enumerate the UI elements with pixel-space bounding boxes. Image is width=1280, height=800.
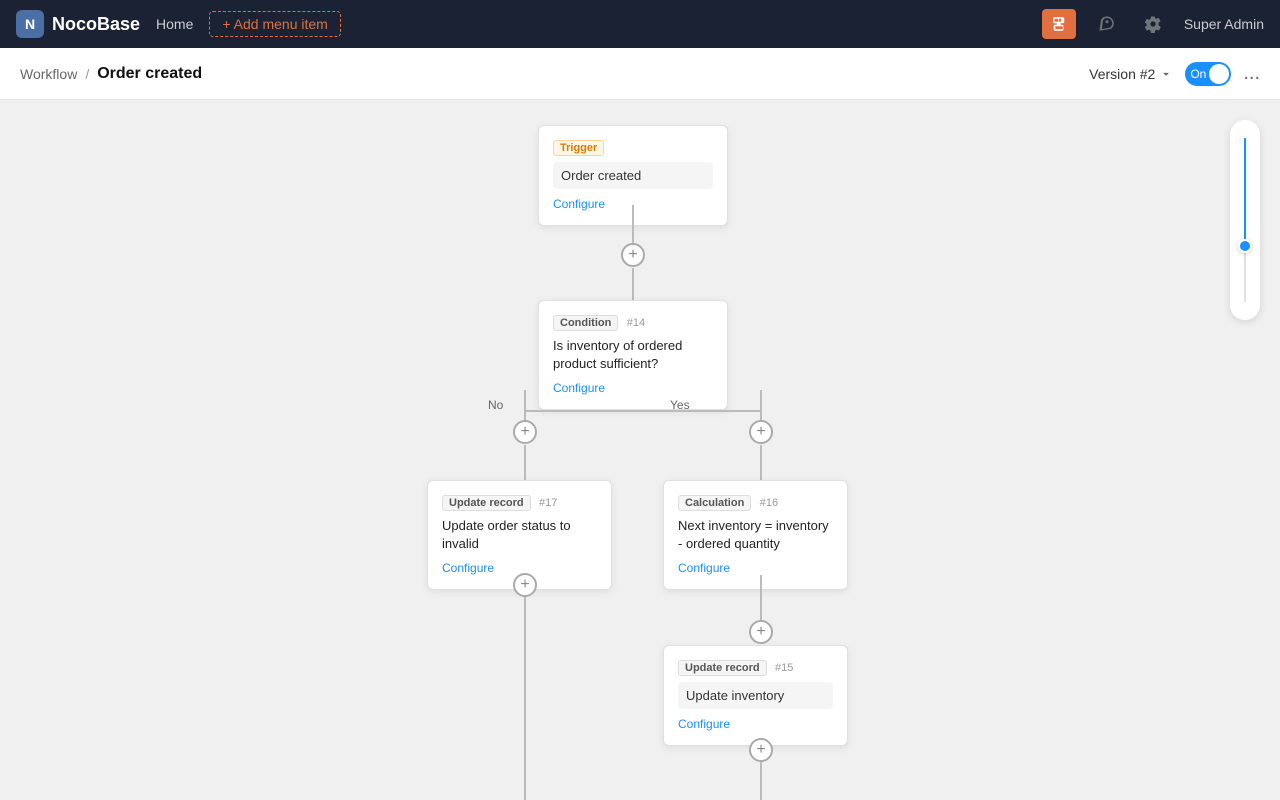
trigger-tag: Trigger: [553, 140, 604, 156]
more-options-button[interactable]: ...: [1243, 62, 1260, 85]
calc-16-title: Next inventory = inventory - ordered qua…: [678, 517, 833, 553]
update-record-15-node: Update record #15 Update inventory Confi…: [663, 645, 848, 746]
update-17-id: #17: [539, 497, 557, 509]
branch-line-h: [524, 410, 761, 412]
condition-node: Condition #14 Is inventory of ordered pr…: [538, 300, 728, 410]
update-17-tag: Update record: [442, 495, 531, 511]
calc-16-configure-link[interactable]: Configure: [678, 561, 730, 575]
version-selector[interactable]: Version #2: [1089, 66, 1173, 82]
breadcrumb-workflow[interactable]: Workflow: [20, 66, 77, 82]
rocket-icon[interactable]: [1092, 11, 1122, 37]
update-15-tag: Update record: [678, 660, 767, 676]
connector-no-1: [524, 445, 526, 485]
add-menu-button[interactable]: + Add menu item: [209, 11, 340, 37]
update-17-title: Update order status to invalid: [442, 517, 597, 553]
update-15-title: Update inventory: [678, 682, 833, 709]
workflow-toggle[interactable]: On: [1185, 62, 1231, 86]
zoom-track: [1244, 138, 1246, 302]
connector-2: [632, 268, 634, 303]
breadcrumb-bar: Workflow / Order created Version #2 On .…: [0, 48, 1280, 100]
zoom-slider-container: [1230, 120, 1260, 320]
branch-no-label: No: [488, 398, 503, 412]
add-node-btn-1[interactable]: +: [621, 243, 645, 267]
workflow-icon[interactable]: [1042, 9, 1076, 39]
calc-16-tag: Calculation: [678, 495, 751, 511]
add-node-btn-yes[interactable]: +: [749, 420, 773, 444]
app-name: NocoBase: [52, 14, 140, 35]
zoom-thumb[interactable]: [1238, 239, 1252, 253]
workflow-canvas: Trigger Order created Configure + Condit…: [0, 100, 1280, 800]
breadcrumb-separator: /: [85, 66, 89, 82]
nav-home-link[interactable]: Home: [156, 16, 193, 32]
connector-no-extend: [524, 610, 526, 800]
top-navigation: N NocoBase Home + Add menu item Super Ad…: [0, 0, 1280, 48]
toggle-knob: [1209, 64, 1229, 84]
add-node-btn-yes-2[interactable]: +: [749, 620, 773, 644]
update-15-configure-link[interactable]: Configure: [678, 717, 730, 731]
condition-configure-link[interactable]: Configure: [553, 381, 605, 395]
trigger-title: Order created: [553, 162, 713, 189]
add-node-btn-yes-3[interactable]: +: [749, 738, 773, 762]
calc-16-id: #16: [760, 497, 778, 509]
update-17-configure-link[interactable]: Configure: [442, 561, 494, 575]
condition-title: Is inventory of ordered product sufficie…: [553, 337, 713, 373]
breadcrumb-current: Order created: [97, 65, 202, 83]
connector-yes-1: [760, 445, 762, 485]
zoom-fill: [1244, 138, 1246, 253]
branch-yes-label: Yes: [670, 398, 690, 412]
toolbar-right: Version #2 On ...: [1089, 62, 1260, 86]
add-node-btn-no[interactable]: +: [513, 420, 537, 444]
logo-icon: N: [16, 10, 44, 38]
settings-icon[interactable]: [1138, 11, 1168, 37]
trigger-configure-link[interactable]: Configure: [553, 197, 605, 211]
condition-tag: Condition: [553, 315, 618, 331]
logo: N NocoBase: [16, 10, 140, 38]
condition-id: #14: [627, 317, 645, 329]
add-node-btn-no-2[interactable]: +: [513, 573, 537, 597]
merge-v-right: [760, 780, 762, 800]
calculation-16-node: Calculation #16 Next inventory = invento…: [663, 480, 848, 590]
user-name[interactable]: Super Admin: [1184, 16, 1264, 32]
update-15-id: #15: [775, 662, 793, 674]
connector-1: [632, 205, 634, 245]
